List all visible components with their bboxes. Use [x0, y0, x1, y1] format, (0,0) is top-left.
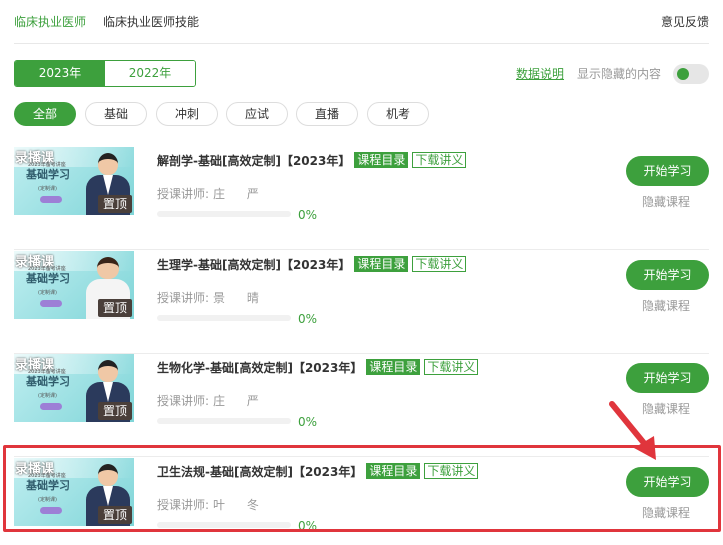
teacher-name: 景 晴 [213, 291, 268, 305]
course-thumbnail[interactable]: 录播课 2023年备考讲座 基础学习 (定制课) 置顶 [14, 354, 134, 422]
course-catalog-button[interactable]: 课程目录 [354, 256, 409, 272]
progress-percent: 0% [298, 312, 318, 326]
tab-clinical-physician[interactable]: 临床执业医师 [14, 13, 86, 30]
chip-basic[interactable]: 基础 [85, 102, 147, 126]
chip-live[interactable]: 直播 [296, 102, 358, 126]
download-notes-button[interactable]: 下载讲义 [412, 256, 467, 272]
thumb-tag: (定制课) [38, 393, 57, 399]
toggle-knob [677, 68, 689, 80]
thumb-tag: (定制课) [38, 290, 57, 296]
teacher-label: 授课讲师: [157, 291, 210, 305]
show-hidden-toggle[interactable] [673, 64, 709, 84]
progress-bar [157, 418, 291, 424]
start-learning-button[interactable]: 开始学习 [626, 363, 709, 393]
course-catalog-button[interactable]: 课程目录 [366, 359, 421, 375]
course-title[interactable]: 生理学-基础[高效定制]【2023年】 [157, 258, 350, 272]
teacher-label: 授课讲师: [157, 394, 210, 408]
teacher-label: 授课讲师: [157, 187, 210, 201]
course-thumbnail[interactable]: 录播课 2023年备考讲座 基础学习 (定制课) 置顶 [14, 147, 134, 215]
course-row: 录播课 2023年备考讲座 基础学习 (定制课) 置顶 生理学-基础[高效定制]… [14, 251, 709, 354]
hide-course-link[interactable]: 隐藏课程 [642, 297, 690, 314]
year-2022-button[interactable]: 2022年 [105, 61, 195, 86]
thumb-heading: 基础学习 [26, 272, 70, 285]
data-explanation-link[interactable]: 数据说明 [516, 65, 564, 82]
download-notes-button[interactable]: 下载讲义 [412, 152, 467, 168]
chip-computer-test[interactable]: 机考 [367, 102, 429, 126]
download-notes-button[interactable]: 下载讲义 [424, 359, 479, 375]
year-2023-button[interactable]: 2023年 [15, 61, 105, 86]
pinned-badge: 置顶 [98, 402, 132, 420]
top-tab-bar: 临床执业医师 临床执业医师技能 意见反馈 [14, 0, 709, 44]
pointer-arrow-icon [609, 401, 656, 460]
progress-percent: 0% [298, 415, 318, 429]
course-title[interactable]: 生物化学-基础[高效定制]【2023年】 [157, 361, 362, 375]
course-row: 录播课 2023年备考讲座 基础学习 (定制课) 置顶 解剖学-基础[高效定制]… [14, 147, 709, 250]
pinned-badge: 置顶 [98, 195, 132, 213]
teacher-name: 庄 严 [213, 394, 268, 408]
chip-sprint[interactable]: 冲刺 [156, 102, 218, 126]
start-learning-button[interactable]: 开始学习 [626, 156, 709, 186]
progress-percent: 0% [298, 208, 318, 222]
course-thumbnail[interactable]: 录播课 2023年备考讲座 基础学习 (定制课) 置顶 [14, 251, 134, 319]
start-learning-button[interactable]: 开始学习 [626, 260, 709, 290]
hide-course-link[interactable]: 隐藏课程 [642, 193, 690, 210]
thumb-heading: 基础学习 [26, 375, 70, 388]
chip-exam[interactable]: 应试 [226, 102, 288, 126]
tab-clinical-physician-skills[interactable]: 临床执业医师技能 [103, 13, 199, 30]
thumb-pill [40, 403, 62, 410]
course-title[interactable]: 解剖学-基础[高效定制]【2023年】 [157, 154, 350, 168]
course-catalog-button[interactable]: 课程目录 [354, 152, 409, 168]
thumb-pill [40, 196, 62, 203]
thumb-pill [40, 300, 62, 307]
chip-all[interactable]: 全部 [14, 102, 76, 126]
progress-bar [157, 315, 291, 321]
year-switch: 2023年 2022年 [14, 60, 196, 87]
show-hidden-label: 显示隐藏的内容 [577, 67, 662, 81]
thumb-heading: 基础学习 [26, 168, 70, 181]
pinned-badge: 置顶 [98, 299, 132, 317]
progress-bar [157, 211, 291, 217]
feedback-link[interactable]: 意见反馈 [661, 13, 709, 30]
teacher-name: 庄 严 [213, 187, 268, 201]
thumb-tag: (定制课) [38, 186, 57, 192]
